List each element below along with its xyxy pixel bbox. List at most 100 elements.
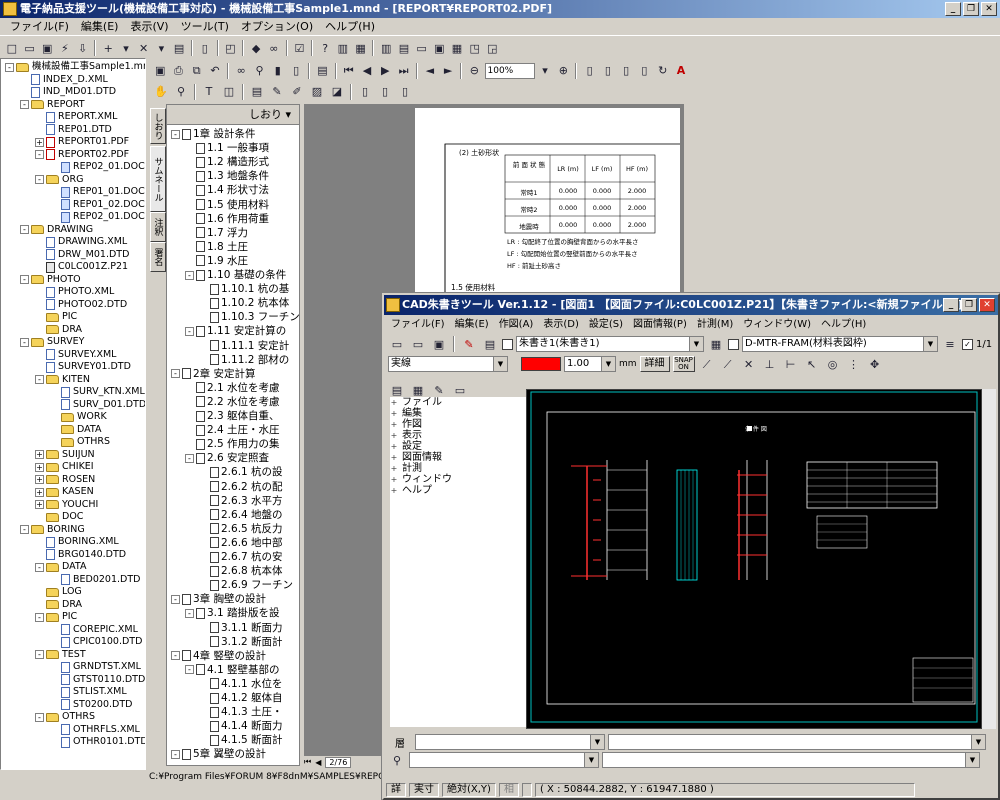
- message-output[interactable]: [602, 752, 980, 768]
- status-relative[interactable]: 相: [498, 782, 519, 797]
- expand-icon[interactable]: +: [390, 452, 398, 463]
- tree-file[interactable]: SURV_D01.DTD: [50, 399, 145, 411]
- layout-panel-icon[interactable]: ▣: [431, 39, 447, 57]
- tree-folder[interactable]: PIC: [35, 311, 77, 323]
- tree-file[interactable]: REPORT.XML: [35, 111, 117, 123]
- restore-button[interactable]: ❐: [963, 2, 979, 16]
- tree-file[interactable]: BORING.XML: [35, 536, 119, 548]
- redline-icon[interactable]: ✎: [460, 335, 478, 353]
- tree-folder[interactable]: DRA: [35, 599, 82, 611]
- stamp-icon[interactable]: ▨: [308, 83, 326, 101]
- tree-file[interactable]: REP02_01.DOC: [50, 211, 145, 223]
- layout-popup-icon[interactable]: ◳: [467, 39, 483, 57]
- bookmark-item[interactable]: - 2章 安定計算: [171, 367, 256, 381]
- collapse-icon[interactable]: -: [171, 129, 180, 139]
- grid-dots-icon[interactable]: ⋮: [845, 355, 863, 373]
- collapse-icon[interactable]: -: [35, 612, 44, 622]
- cad-tree-item[interactable]: + 図面情報: [390, 452, 528, 463]
- tree-folder[interactable]: - TEST: [35, 649, 86, 661]
- drawing-layer-checkbox[interactable]: [728, 338, 739, 350]
- bookmark-item[interactable]: 1.4 形状寸法: [185, 183, 269, 197]
- tree-folder[interactable]: + ROSEN: [35, 474, 95, 486]
- bookmark-item[interactable]: 1.10.2 杭本体: [199, 296, 289, 310]
- bookmark-item[interactable]: 1.6 作用荷重: [185, 212, 269, 226]
- bookmark-item[interactable]: - 3章 胸壁の設計: [171, 592, 266, 606]
- cad-drawing-canvas[interactable]: 条 件 図: [526, 389, 982, 729]
- tab-annotations[interactable]: 注釈: [150, 212, 166, 242]
- tree-file[interactable]: STLIST.XML: [50, 686, 127, 698]
- dropdown-arrow-icon[interactable]: ▾: [537, 62, 553, 80]
- acrobat-icon[interactable]: A: [673, 62, 689, 80]
- collapse-icon[interactable]: -: [35, 375, 44, 385]
- document-icon[interactable]: ▯: [197, 39, 213, 57]
- fit-width-icon[interactable]: ▯: [618, 62, 634, 80]
- tree-file[interactable]: COREPIC.XML: [50, 624, 138, 636]
- wizard-icon[interactable]: ⚡: [57, 39, 73, 57]
- collapse-icon[interactable]: -: [185, 665, 194, 675]
- reflow-icon[interactable]: ▯: [636, 62, 652, 80]
- bookmark-item[interactable]: 2.6.4 地盤の: [199, 508, 283, 522]
- cad-menu-drawing-info[interactable]: 図面情報(P): [628, 317, 692, 333]
- cad-vertical-scrollbar[interactable]: [982, 389, 996, 729]
- bookmark-item[interactable]: 1.7 浮力: [185, 226, 248, 240]
- line-type-select[interactable]: 実線: [388, 356, 508, 372]
- bookmark-item[interactable]: 4.1.3 土圧・: [199, 705, 283, 719]
- expand-icon[interactable]: +: [35, 450, 44, 460]
- actual-size-icon[interactable]: ▯: [581, 62, 597, 80]
- tree-folder[interactable]: + YOUCHI: [35, 499, 98, 511]
- tree-folder[interactable]: OTHRS: [50, 436, 110, 448]
- binoculars-icon[interactable]: ∞: [266, 39, 282, 57]
- new-file-icon[interactable]: □: [4, 39, 20, 57]
- tree-folder[interactable]: - 機械設備工事Sample1.mnd: [5, 61, 145, 73]
- expand-icon[interactable]: +: [35, 137, 44, 147]
- expand-icon[interactable]: +: [390, 397, 398, 408]
- bookmark-item[interactable]: 1.10.3 フーチン: [199, 310, 299, 324]
- tree-file[interactable]: C0LC001Z.P21: [35, 261, 128, 273]
- tree-folder[interactable]: - PHOTO: [20, 274, 81, 286]
- bookmark-item[interactable]: 2.6.9 フーチン: [199, 578, 293, 592]
- bookmark-item[interactable]: 2.6.3 水平方: [199, 494, 283, 508]
- cad-tree-item[interactable]: + ウィンドウ: [390, 474, 528, 485]
- info-icon[interactable]: ▥: [335, 39, 351, 57]
- tree-folder[interactable]: - KITEN: [35, 374, 90, 386]
- bookmark-header[interactable]: しおり ▾: [167, 105, 299, 125]
- tree-folder[interactable]: - PIC: [35, 611, 77, 623]
- open-folder-icon[interactable]: ▭: [388, 335, 406, 353]
- pencil-icon[interactable]: ✎: [268, 83, 286, 101]
- collapse-icon[interactable]: -: [185, 326, 194, 336]
- cad-tree-item[interactable]: + ファイル: [390, 397, 528, 408]
- layout-columns-icon[interactable]: ▥: [378, 39, 394, 57]
- export-icon[interactable]: ⇩: [75, 39, 91, 57]
- open-red-folder-icon[interactable]: ▭: [409, 335, 427, 353]
- tree-file[interactable]: OTHRFLS.XML: [50, 724, 140, 736]
- search-icon[interactable]: ⚲: [388, 751, 406, 769]
- zoom-select[interactable]: 100%: [484, 62, 535, 79]
- trim-tool-icon[interactable]: ⊢: [782, 355, 800, 373]
- polyline-tool-icon[interactable]: ⟋: [719, 355, 737, 373]
- cad-menu-view[interactable]: 表示(D): [538, 317, 584, 333]
- text-select-icon[interactable]: T: [200, 83, 218, 101]
- tab-signatures[interactable]: 署名: [150, 242, 166, 272]
- snap-settings-icon[interactable]: ◎: [824, 355, 842, 373]
- cad-menu-measure[interactable]: 計測(M): [692, 317, 738, 333]
- tree-folder[interactable]: DOC: [35, 511, 83, 523]
- bookmark-item[interactable]: 1.1 一般事項: [185, 141, 269, 155]
- menu-help[interactable]: ヘルプ(H): [319, 18, 381, 35]
- back-icon[interactable]: ◄: [422, 62, 438, 80]
- close-button[interactable]: ✕: [981, 2, 997, 16]
- bookmark-item[interactable]: - 4.1 竪壁基部の: [185, 663, 280, 677]
- cad-menu-edit[interactable]: 編集(E): [450, 317, 494, 333]
- layer-icon[interactable]: ▤: [481, 335, 499, 353]
- tree-file[interactable]: SURVEY.XML: [35, 349, 116, 361]
- collapse-icon[interactable]: -: [20, 225, 29, 235]
- copy-icon[interactable]: ⧉: [189, 62, 205, 80]
- attach-icon[interactable]: ▮: [270, 62, 286, 80]
- expand-icon[interactable]: +: [390, 463, 398, 474]
- tree-folder[interactable]: - REPORT: [20, 99, 85, 111]
- tree-file[interactable]: PHOTO.XML: [35, 286, 114, 298]
- properties-icon[interactable]: ▤: [171, 39, 187, 57]
- bookmark-item[interactable]: - 5章 翼壁の設計: [171, 747, 266, 761]
- tree-file[interactable]: BRG0140.DTD: [35, 549, 126, 561]
- collapse-icon[interactable]: -: [35, 150, 44, 160]
- cad-minimize-button[interactable]: _: [943, 298, 959, 312]
